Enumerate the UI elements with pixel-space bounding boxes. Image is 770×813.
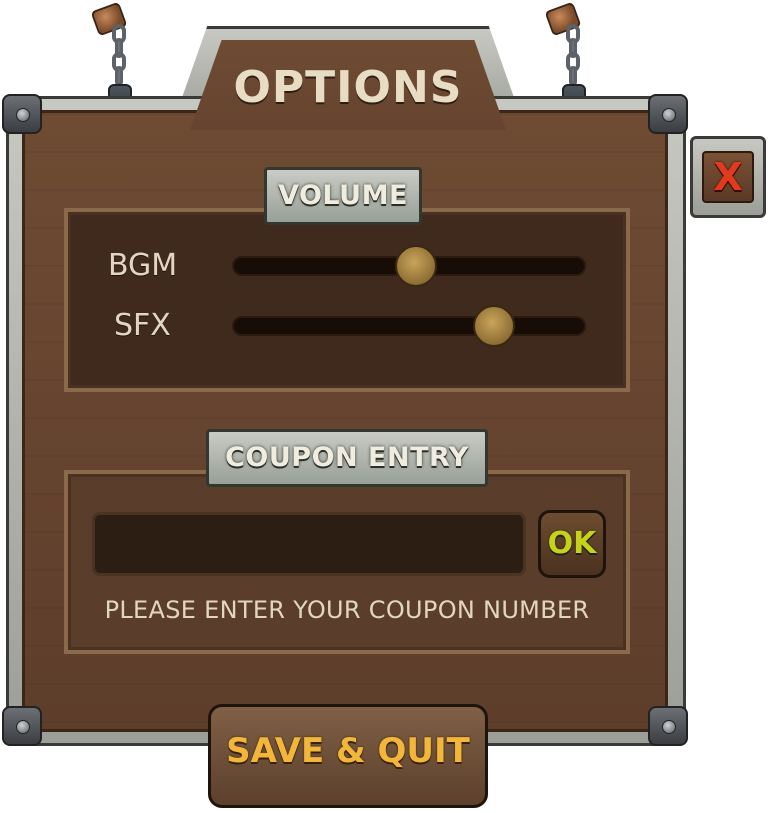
right-chain-icon (562, 24, 584, 86)
save-quit-button[interactable]: SAVE & QUIT (208, 704, 488, 808)
corner-bolt-icon (2, 706, 42, 746)
sfx-slider-thumb[interactable] (472, 305, 515, 347)
close-icon: X (713, 155, 743, 199)
left-chain-icon (108, 24, 130, 86)
corner-bolt-icon (2, 94, 42, 134)
sfx-label: SFX (114, 308, 171, 343)
volume-section-label: VOLUME (264, 167, 422, 225)
bgm-label: BGM (108, 248, 178, 283)
coupon-hint: PLEASE ENTER YOUR COUPON NUMBER (104, 596, 590, 624)
bgm-slider-thumb[interactable] (395, 245, 438, 287)
corner-bolt-icon (648, 706, 688, 746)
sfx-slider-track[interactable] (232, 316, 586, 336)
volume-panel (64, 208, 630, 392)
options-dialog: OPTIONS X VOLUME BGM SFX COUPON ENTRY OK… (0, 0, 770, 813)
save-quit-label: SAVE & QUIT (226, 731, 470, 771)
dialog-title: OPTIONS (233, 62, 463, 113)
coupon-input[interactable] (92, 512, 526, 576)
close-button[interactable]: X (690, 136, 766, 218)
corner-bolt-icon (648, 94, 688, 134)
ok-button[interactable]: OK (538, 510, 606, 578)
close-button-face: X (702, 151, 754, 203)
coupon-section-label: COUPON ENTRY (206, 429, 488, 487)
